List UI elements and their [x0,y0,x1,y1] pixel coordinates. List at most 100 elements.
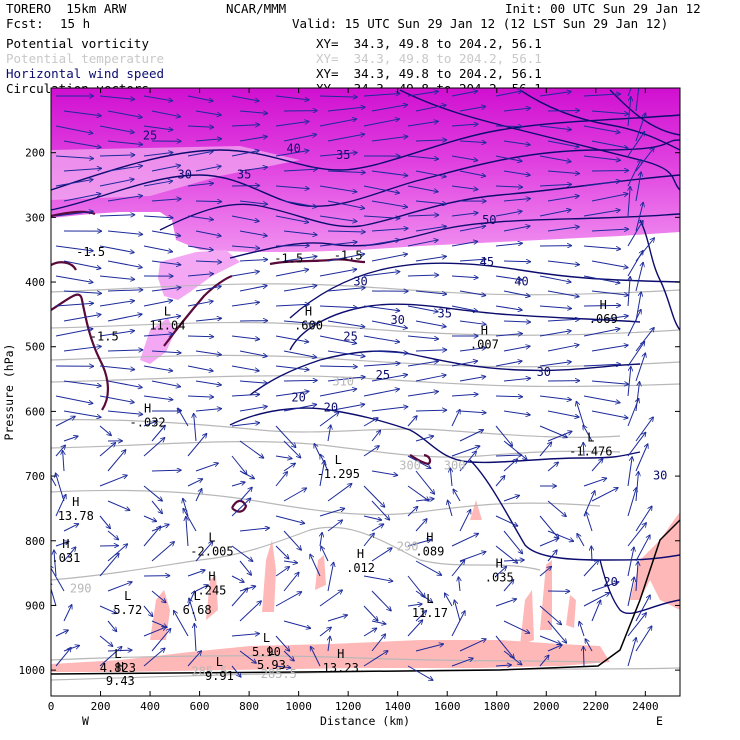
wind-vector [583,395,620,403]
extremum-symbol: H [496,557,503,571]
contour-label: 50 [482,213,496,227]
wind-vector [186,516,188,547]
wind-vector [627,456,632,487]
wind-vector [407,620,423,637]
wind-vector [143,526,161,547]
contour-label: 20 [324,400,338,414]
wind-vector [539,442,552,457]
extremum-symbol: L [587,430,594,444]
wind-vector [591,600,601,622]
wind-vector [371,590,391,611]
wind-vector [495,305,523,310]
wind-vector [239,560,252,575]
wind-vector [275,456,292,459]
wind-vector [63,314,101,322]
wind-vector [194,623,196,652]
wind-vector [363,305,400,311]
extremum-symbol: L [164,304,171,318]
wind-vector [143,365,173,371]
wind-vector [319,508,345,517]
extremum-value: .600 [294,318,323,332]
contour-label: 30 [653,468,667,482]
wind-vector [283,285,317,292]
contour-label: 30 [353,274,367,288]
y-tick-label: 900 [25,599,45,612]
wind-vector [319,306,358,308]
contour-label: 25 [376,368,390,382]
wind-vector [195,380,222,385]
wind-vector [239,601,262,622]
contour-label: 40 [286,142,300,156]
wind-vector [363,335,400,342]
wind-vector [107,314,143,322]
extremum-symbol: H [305,304,312,318]
wind-vector [107,410,143,414]
extremum-symbol: H [62,537,69,551]
wind-vector [407,275,439,276]
extremum-value: 6.68 [183,603,212,617]
contour-label: 25 [343,329,357,343]
extremum-symbol: L [263,631,270,645]
wind-vector [231,634,260,637]
wind-vector [195,463,219,472]
x-tick-label: 1400 [384,700,411,713]
wind-vector [231,575,245,583]
wind-vector [239,259,268,261]
wind-vector [451,533,479,547]
y-tick-label: 500 [25,341,45,354]
extremum-symbol: H [72,495,79,509]
wind-vector [239,528,270,532]
extremum-value: .089 [415,545,444,559]
wind-vector [63,523,79,532]
wind-vector [231,423,260,427]
wind-vector [451,560,465,577]
x-tick-label: 800 [239,700,259,713]
extremum-value: 11.17 [412,606,448,620]
wind-vector [495,396,523,397]
wind-vector [187,396,214,397]
wind-vector [547,260,580,265]
wind-vector [275,545,289,559]
wind-vector [187,570,206,577]
wind-vector [187,433,207,457]
wind-vector [275,269,309,277]
wind-vector [231,302,260,307]
wind-vector [583,329,620,337]
y-tick-label: 1000 [19,664,46,677]
wind-vector [231,394,260,396]
extremum-value: .245 [198,584,227,598]
wind-vector [99,475,128,487]
extremum-value: 9.91 [205,669,234,683]
wind-vector [320,532,322,547]
wind-vector [283,572,299,592]
wind-vector [194,413,196,442]
wind-vector [107,449,126,472]
wind-vector [454,600,461,622]
wind-vector [183,498,189,517]
x-tick-label: 0 [48,700,55,713]
wind-vector [63,290,102,293]
contour-label: 30 [537,365,551,379]
wind-vector [547,319,580,321]
wind-vector [503,378,531,382]
wind-vector [51,581,57,607]
wind-vector [627,547,634,577]
wind-vector [576,401,585,427]
west-label: W [82,714,89,728]
wind-vector [444,593,453,607]
wind-vector [539,305,572,309]
wind-vector [503,290,530,296]
contour-label: -1.5 [90,329,119,343]
extremum-value: 13.23 [323,661,359,675]
wind-vector [63,436,78,442]
wind-vector [451,394,478,396]
wind-vector [363,628,377,637]
wind-vector [231,335,260,339]
wind-vector [107,290,143,291]
wind-vector [55,473,65,502]
y-tick-label: 200 [25,147,45,160]
wind-vector [151,380,181,387]
wind-vector [495,455,522,456]
extremum-value: 13.78 [58,509,94,523]
wind-vector [407,335,439,339]
